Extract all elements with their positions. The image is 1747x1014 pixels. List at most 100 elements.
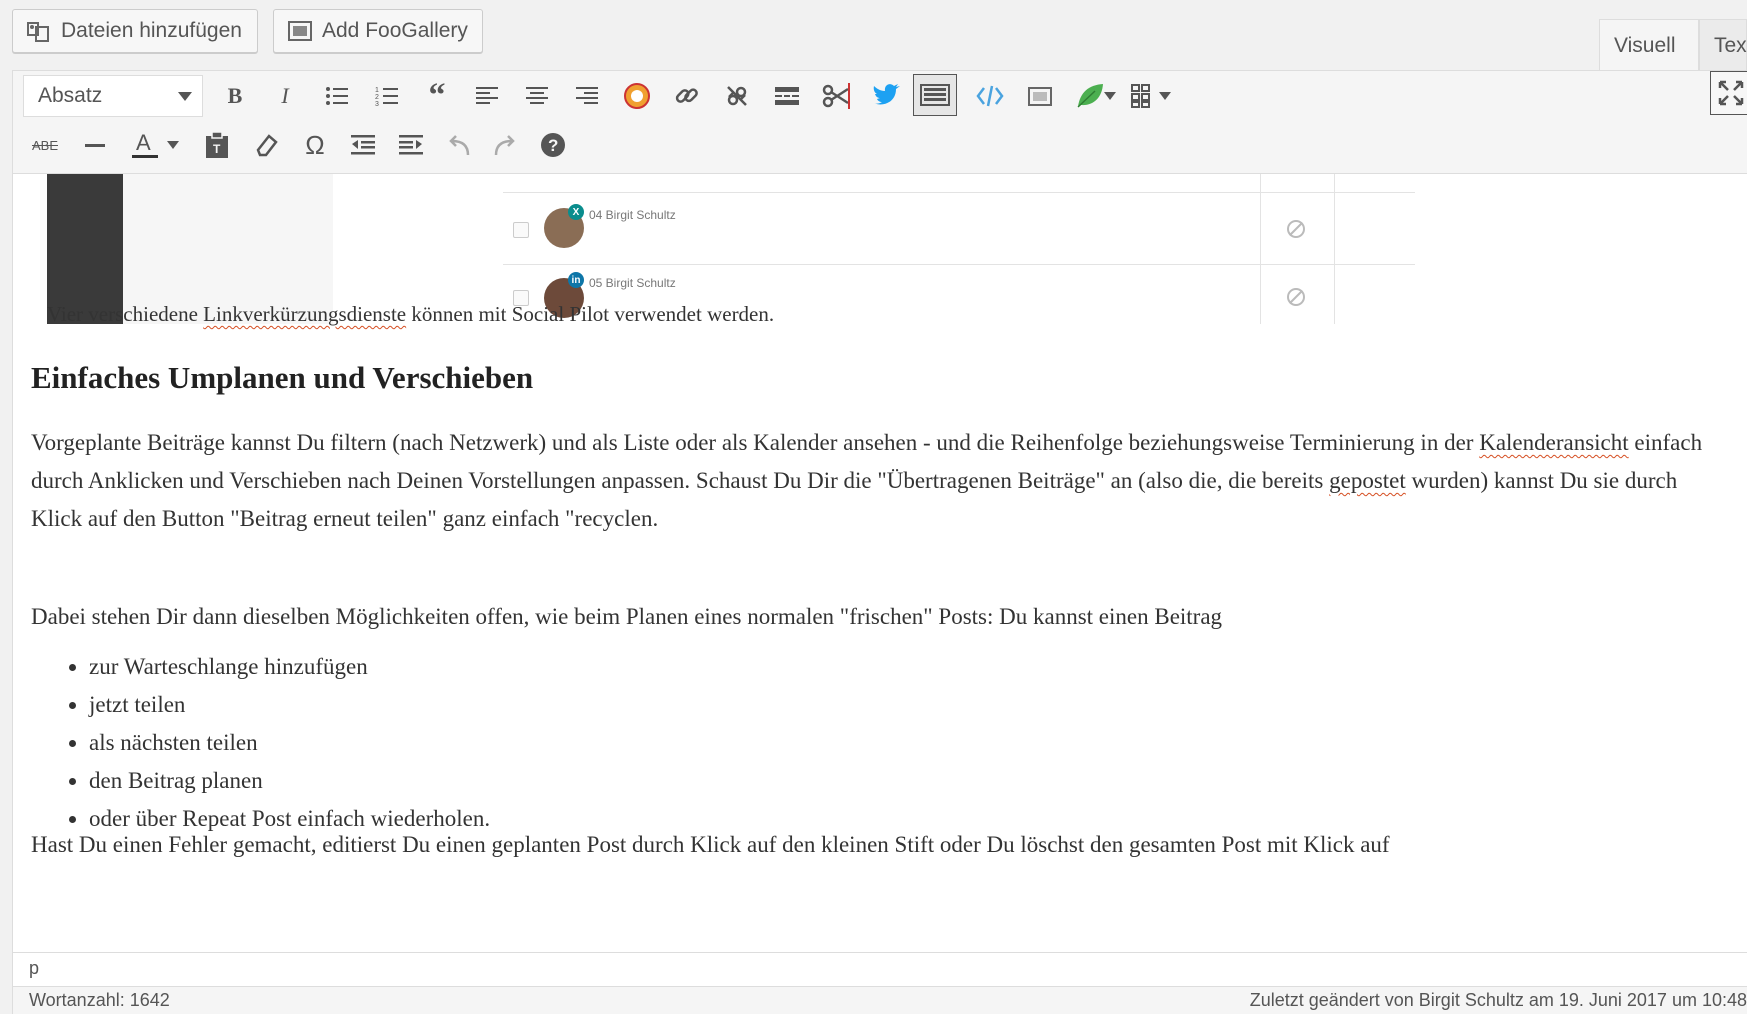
undo-icon <box>449 135 470 156</box>
twitter-bird-icon <box>873 84 900 105</box>
clipboard-icon: T <box>206 131 228 158</box>
numbered-list-button[interactable]: 123 <box>365 76 409 116</box>
grid-layout-dropdown[interactable] <box>1155 76 1175 116</box>
text-color-icon: A <box>132 130 158 158</box>
list-item: jetzt teilen <box>89 686 490 724</box>
svg-text:A: A <box>136 130 151 155</box>
chevron-down-icon <box>1104 92 1116 100</box>
chevron-down-icon <box>1159 92 1171 100</box>
ban-icon <box>1287 220 1305 238</box>
redo-button[interactable] <box>483 125 527 165</box>
plugin-button[interactable] <box>615 76 659 116</box>
paragraph: Dabei stehen Dir dann dieselben Möglichk… <box>31 604 1223 629</box>
numbered-list-icon: 123 <box>375 87 398 107</box>
italic-icon: I <box>281 83 289 108</box>
quote-icon: “ <box>428 77 446 114</box>
bold-button[interactable]: B <box>213 76 257 116</box>
paragraph: Vorgeplante Beiträge kannst Du filtern (… <box>31 424 1721 538</box>
strikethrough-button[interactable]: ABE <box>23 125 67 165</box>
link-icon <box>675 88 698 103</box>
tab-text-label: Tex <box>1714 33 1747 57</box>
list-item: als nächsten teilen <box>89 724 490 762</box>
help-icon: ? <box>541 133 565 157</box>
horizontal-line-icon <box>85 143 105 147</box>
section-heading: Einfaches Umplanen und Verschieben <box>31 360 534 395</box>
redo-icon <box>494 135 515 156</box>
bullet-list: zur Warteschlange hinzufügen jetzt teile… <box>31 648 490 838</box>
screenshot-column-divider <box>1260 174 1261 324</box>
svg-text:1: 1 <box>375 87 379 94</box>
align-right-button[interactable] <box>565 76 609 116</box>
screenshot-row-divider <box>503 192 1415 193</box>
ban-icon <box>1287 288 1305 306</box>
paragraph-text: Vorgeplante Beiträge kannst Du filtern (… <box>31 430 1480 455</box>
horizontal-line-button[interactable] <box>73 125 117 165</box>
screenshot-row-divider <box>503 264 1415 265</box>
chevron-down-icon <box>167 141 179 149</box>
align-left-button[interactable] <box>465 76 509 116</box>
help-button[interactable]: ? <box>531 125 575 165</box>
svg-text:2: 2 <box>375 94 379 101</box>
photo-frame-icon <box>1028 87 1052 106</box>
leaf-plugin-dropdown[interactable] <box>1100 76 1120 116</box>
caption-text: Vier verschiedene <box>47 302 204 326</box>
page-break-button[interactable] <box>815 76 859 116</box>
keyboard-icon <box>920 84 950 106</box>
code-bracket-icon <box>976 85 1004 107</box>
paragraph-cut-off: Hast Du einen Fehler gemacht, editierst … <box>31 832 1390 857</box>
bulleted-list-button[interactable] <box>315 76 359 116</box>
add-media-label: Dateien hinzufügen <box>61 19 242 42</box>
read-more-button[interactable] <box>765 76 809 116</box>
twitter-button[interactable] <box>865 76 909 116</box>
svg-text:?: ? <box>548 136 558 155</box>
linkedin-icon: in <box>568 272 584 288</box>
scissors-icon <box>822 83 850 109</box>
gallery-icon <box>286 17 314 45</box>
blockquote-button[interactable]: “ <box>415 76 459 116</box>
list-item: den Beitrag planen <box>89 762 490 800</box>
italic-button[interactable]: I <box>263 76 307 116</box>
text-color-dropdown[interactable] <box>163 125 183 165</box>
special-character-button[interactable]: Ω <box>293 125 337 165</box>
align-left-icon <box>476 87 498 104</box>
tab-text[interactable]: Tex <box>1699 19 1747 71</box>
distraction-free-button[interactable] <box>1710 71 1747 115</box>
outdent-button[interactable] <box>341 125 385 165</box>
misspelled-word: Kalenderansicht <box>1479 430 1629 455</box>
add-foogallery-button[interactable]: Add FooGallery <box>273 9 483 53</box>
read-more-icon <box>775 87 799 105</box>
insert-link-button[interactable] <box>665 76 709 116</box>
element-path-bar: p <box>12 952 1747 986</box>
undo-button[interactable] <box>437 125 481 165</box>
align-right-icon <box>576 87 598 104</box>
align-center-button[interactable] <box>515 76 559 116</box>
list-item: zur Warteschlange hinzufügen <box>89 648 490 686</box>
misspelled-word: Linkverkürzungsdienste <box>203 302 407 326</box>
shortcode-button[interactable] <box>968 76 1012 116</box>
add-media-button[interactable]: Dateien hinzufügen <box>12 9 258 53</box>
format-select[interactable]: Absatz <box>23 75 203 117</box>
round-plugin-icon <box>624 83 650 109</box>
bulleted-list-icon <box>326 87 348 105</box>
image-caption: Vier verschiedene Linkverkürzungsdienste… <box>47 302 774 327</box>
screenshot-account-name: 04 Birgit Schultz <box>589 208 676 222</box>
media-embed-button[interactable] <box>1018 76 1062 116</box>
text-color-button[interactable]: A <box>123 125 167 165</box>
outdent-icon <box>351 135 375 155</box>
remove-link-button[interactable] <box>715 76 759 116</box>
post-status-info: Wortanzahl: 1642 Zuletzt geändert von Bi… <box>12 986 1747 1014</box>
bold-icon: B <box>227 83 243 108</box>
clear-formatting-button[interactable] <box>245 125 289 165</box>
unlink-icon <box>727 86 747 106</box>
editor-content[interactable]: X 04 Birgit Schultz in 05 Birgit Schultz… <box>12 174 1747 952</box>
tab-visual[interactable]: Visuell <box>1599 19 1699 71</box>
paste-as-text-button[interactable]: T <box>195 125 239 165</box>
indent-button[interactable] <box>389 125 433 165</box>
add-foogallery-label: Add FooGallery <box>322 19 468 42</box>
toolbar-toggle-button[interactable] <box>913 74 957 116</box>
screenshot-checkbox <box>513 222 529 238</box>
svg-text:T: T <box>213 142 221 156</box>
editor-toolbar: Absatz B I 123 “ ABE A T Ω ? <box>12 70 1747 174</box>
svg-text:3: 3 <box>375 101 379 107</box>
element-path[interactable]: p <box>29 958 39 978</box>
